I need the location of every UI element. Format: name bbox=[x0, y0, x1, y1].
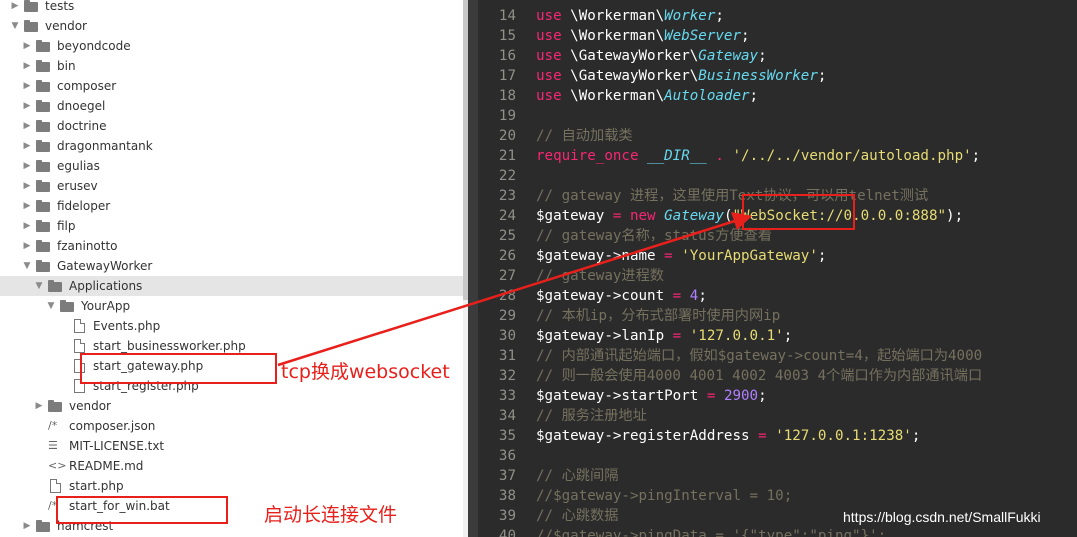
watermark: https://blog.csdn.net/SmallFukki bbox=[843, 509, 1041, 525]
annotation-startup-file: 启动长连接文件 bbox=[264, 504, 398, 526]
annotation-tcp-websocket: tcp换成websocket bbox=[281, 361, 450, 383]
annotation-arrow bbox=[277, 212, 752, 367]
